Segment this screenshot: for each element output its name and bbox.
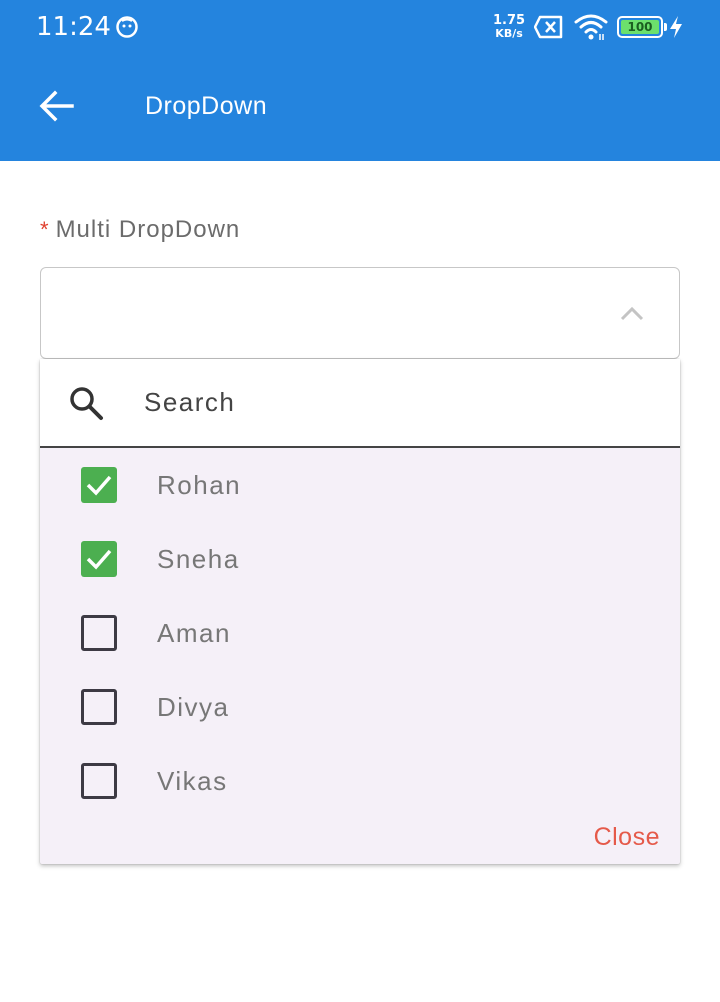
option-label: Rohan [157, 470, 242, 500]
search-bar [40, 359, 680, 448]
battery-icon: 100 [617, 16, 663, 38]
network-speed-unit: KB/s [495, 27, 523, 40]
wifi-icon [574, 14, 608, 40]
checkbox-unchecked[interactable] [81, 689, 117, 725]
battery-tip [664, 23, 667, 31]
option-label: Divya [157, 692, 230, 722]
option-divya[interactable]: Divya [40, 670, 680, 744]
checkbox-checked[interactable] [81, 467, 117, 503]
search-icon [70, 387, 103, 420]
field-label: * Multi DropDown [40, 216, 240, 244]
field-label-text: Multi DropDown [55, 216, 241, 243]
checkbox-unchecked[interactable] [81, 615, 117, 651]
multi-dropdown-field[interactable] [40, 267, 680, 359]
network-speed-value: 1.75 [493, 13, 526, 28]
sim-no-signal-icon [534, 15, 563, 39]
network-speed: 1.75 KB/s [493, 14, 525, 40]
status-time: 11:24 [36, 12, 111, 42]
app-bar: 11:24 1.75 KB/s 100 DropDown [0, 0, 720, 161]
arrow-back-icon[interactable] [36, 86, 76, 126]
battery-level: 100 [621, 20, 659, 34]
option-label: Vikas [157, 766, 228, 796]
option-rohan[interactable]: Rohan [40, 448, 680, 522]
dropdown-popup: Rohan Sneha Aman Divya Vikas Close [40, 359, 680, 864]
chevron-up-icon[interactable] [619, 304, 645, 322]
option-label: Aman [157, 618, 231, 648]
app-notification-icon [116, 16, 138, 38]
charging-bolt-icon [670, 16, 682, 38]
checkmark-icon [86, 475, 112, 496]
option-vikas[interactable]: Vikas [40, 744, 680, 818]
close-button[interactable]: Close [594, 823, 660, 852]
checkbox-unchecked[interactable] [81, 763, 117, 799]
option-label: Sneha [157, 544, 240, 574]
search-input[interactable] [144, 377, 644, 427]
option-aman[interactable]: Aman [40, 596, 680, 670]
checkbox-checked[interactable] [81, 541, 117, 577]
checkmark-icon [86, 549, 112, 570]
required-marker: * [40, 217, 50, 242]
page-title: DropDown [145, 92, 268, 120]
option-sneha[interactable]: Sneha [40, 522, 680, 596]
